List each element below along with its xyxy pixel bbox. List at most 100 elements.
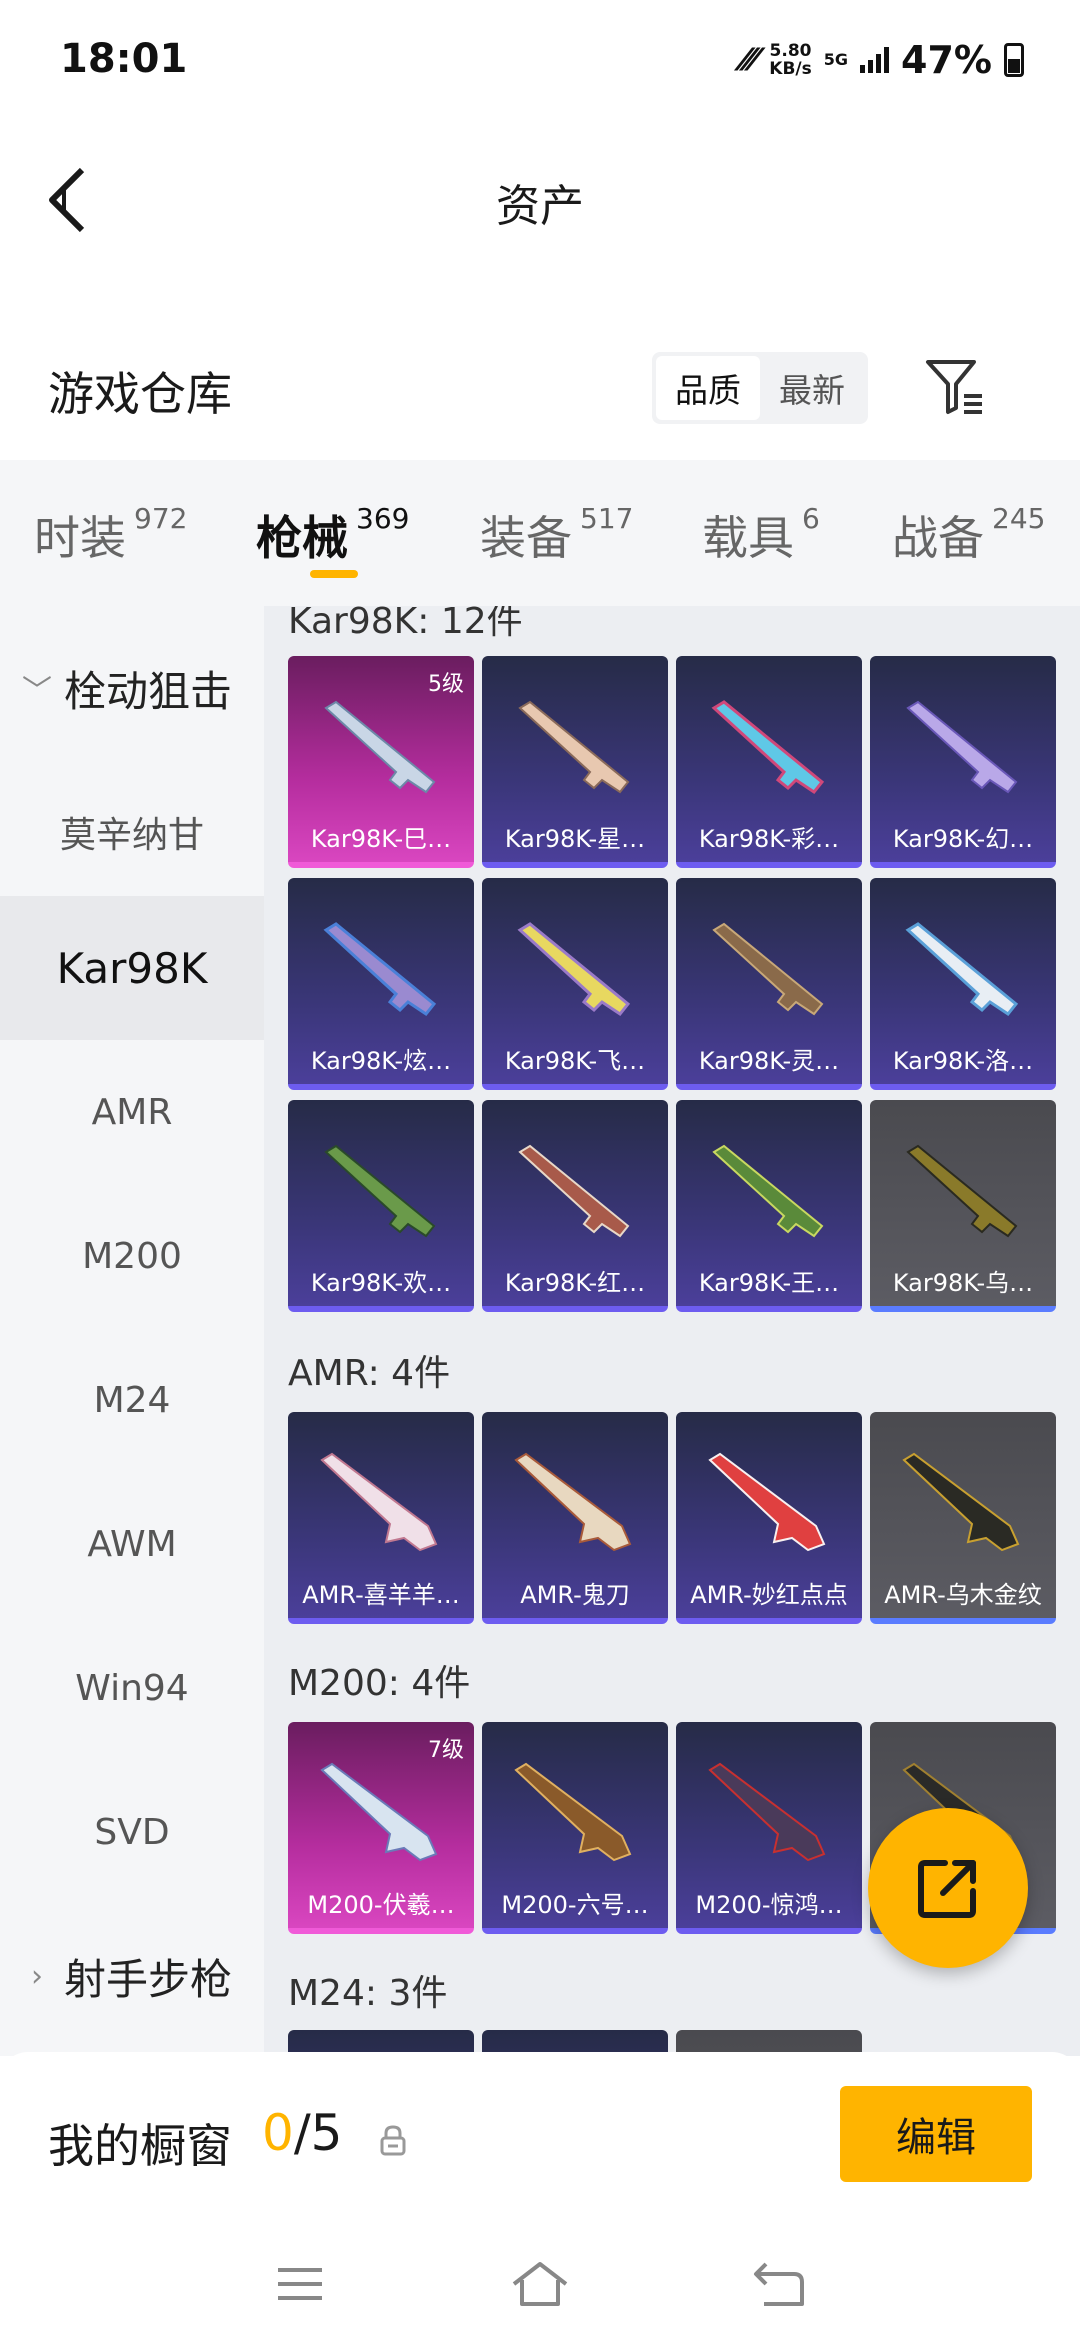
- status-icons: ⁄⁄⁄ 5.80 KB/s 5G 47%: [742, 38, 1024, 82]
- tab-count: 369: [356, 502, 410, 535]
- weapon-card[interactable]: Kar98K-红…: [482, 1100, 668, 1312]
- weapon-card[interactable]: M200-六号…: [482, 1722, 668, 1934]
- signal-icon: [860, 47, 890, 73]
- weapon-name: Kar98K-炫…: [310, 1047, 452, 1075]
- tab-count: 6: [802, 502, 820, 535]
- rifle-icon: [905, 922, 1019, 1017]
- weapon-name: AMR-喜羊羊…: [302, 1581, 460, 1609]
- weapon-name: Kar98K-星…: [504, 825, 646, 853]
- weapon-name: Kar98K-洛…: [892, 1047, 1034, 1075]
- rifle-icon: [906, 1144, 1018, 1238]
- sniper-icon: [708, 1452, 826, 1552]
- weapon-card[interactable]: AMR-喜羊羊…: [288, 1412, 474, 1624]
- sidebar-item-mosin[interactable]: 莫辛纳甘: [0, 760, 264, 904]
- showcase-used: 0: [262, 2104, 294, 2162]
- tab-fashion[interactable]: 时装 972: [34, 502, 187, 568]
- tab-label: 时装: [34, 511, 126, 565]
- weapon-card[interactable]: Kar98K-星…: [482, 656, 668, 868]
- rifle-icon: [517, 922, 631, 1017]
- weapon-name: AMR-乌木金纹: [884, 1581, 1042, 1609]
- weapon-card[interactable]: Kar98K-幻…: [870, 656, 1056, 868]
- network-speed: 5.80 KB/s: [769, 42, 811, 78]
- tab-vehicles[interactable]: 载具 6: [702, 502, 820, 568]
- speed-unit: KB/s: [769, 59, 812, 79]
- battery-icon: [1004, 43, 1024, 77]
- weapon-card[interactable]: Kar98K-飞…: [482, 878, 668, 1090]
- sidebar-item-win94[interactable]: Win94: [0, 1616, 264, 1760]
- rifle-icon: [518, 700, 630, 794]
- weapon-card[interactable]: AMR-鬼刀: [482, 1412, 668, 1624]
- tab-label: 装备: [480, 511, 572, 565]
- sniper-icon: [514, 1762, 632, 1862]
- weapon-card[interactable]: Kar98K-灵…: [676, 878, 862, 1090]
- showcase-bar: 我的橱窗 0/5 编辑: [0, 2052, 1080, 2224]
- warehouse-title: 游戏仓库: [48, 367, 232, 421]
- chevron-down-icon: ﹀: [22, 674, 52, 709]
- sniper-icon: [320, 1762, 438, 1862]
- back-nav-icon[interactable]: [750, 2260, 810, 2310]
- tab-supplies[interactable]: 战备 245: [892, 502, 1045, 568]
- category-tabs: 时装 972 枪械 369 装备 517 载具 6 战备 245: [0, 460, 1080, 606]
- weapon-name: Kar98K-彩…: [698, 825, 840, 853]
- showcase-title: 我的橱窗: [48, 2119, 232, 2173]
- share-icon: [918, 1860, 976, 1918]
- sniper-icon: [708, 1762, 826, 1862]
- sort-newest-button[interactable]: 最新: [760, 356, 864, 420]
- status-time: 18:01: [60, 36, 188, 82]
- sidebar-item-m24[interactable]: M24: [0, 1328, 264, 1472]
- weapon-card[interactable]: AMR-乌木金纹: [870, 1412, 1056, 1624]
- weapon-type-sidebar: ﹀ 栓动狙击 莫辛纳甘 Kar98K AMR M200 M24 AWM Win9…: [0, 606, 264, 2056]
- sidebar-group-marksman[interactable]: › 射手步枪: [0, 1904, 264, 2048]
- sidebar-item-kar98k[interactable]: Kar98K: [0, 896, 264, 1040]
- weapon-card[interactable]: Kar98K-炫…: [288, 878, 474, 1090]
- weapon-name: Kar98K-红…: [504, 1269, 646, 1297]
- weapon-name: Kar98K-乌…: [892, 1269, 1034, 1297]
- sidebar-item-svd[interactable]: SVD: [0, 1760, 264, 1904]
- tab-label: 战备: [892, 511, 984, 565]
- system-nav-bar: [0, 2224, 1080, 2344]
- section-title-amr: AMR: 4件: [288, 1353, 451, 1394]
- weapon-card[interactable]: Kar98K-欢…: [288, 1100, 474, 1312]
- weapon-card[interactable]: M200-惊鸿…: [676, 1722, 862, 1934]
- sidebar-item-awm[interactable]: AWM: [0, 1472, 264, 1616]
- tab-guns[interactable]: 枪械 369: [256, 502, 409, 568]
- rifle-icon: [324, 1144, 436, 1238]
- network-type: 5G: [823, 50, 849, 69]
- section-title-m24: M24: 3件: [288, 1973, 448, 2014]
- status-bar: 18:01 ⁄⁄⁄ 5.80 KB/s 5G 47%: [0, 0, 1080, 120]
- sidebar-group-bolt-action[interactable]: ﹀ 栓动狙击: [0, 616, 264, 760]
- home-icon[interactable]: [510, 2260, 570, 2310]
- tab-equipment[interactable]: 装备 517: [480, 502, 633, 568]
- weapon-card[interactable]: Kar98K-王…: [676, 1100, 862, 1312]
- sort-quality-button[interactable]: 品质: [656, 356, 760, 420]
- rifle-icon: [712, 922, 824, 1016]
- sidebar-item-m200[interactable]: M200: [0, 1184, 264, 1328]
- share-button[interactable]: [868, 1808, 1028, 1968]
- menu-icon[interactable]: [270, 2260, 330, 2310]
- showcase-count: 0/5: [262, 2104, 342, 2162]
- rifle-icon: [324, 700, 436, 794]
- rifle-icon: [518, 1144, 630, 1238]
- active-tab-indicator: [310, 570, 358, 578]
- weapon-card[interactable]: Kar98K-彩…: [676, 656, 862, 868]
- speed-value: 5.80: [769, 41, 812, 61]
- sidebar-group-label: 栓动狙击: [64, 666, 233, 716]
- weapon-name: Kar98K-飞…: [504, 1047, 646, 1075]
- sidebar-item-amr[interactable]: AMR: [0, 1040, 264, 1184]
- weapon-card[interactable]: 7级 M200-伏羲…: [288, 1722, 474, 1934]
- section-title-m200: M200: 4件: [288, 1663, 471, 1704]
- sort-toggle: 品质 最新: [652, 352, 868, 424]
- weapon-card[interactable]: 5级 Kar98K-巳…: [288, 656, 474, 868]
- page-title: 资产: [496, 181, 584, 232]
- weapon-name: M200-六号…: [501, 1891, 649, 1919]
- weapon-card[interactable]: Kar98K-乌…: [870, 1100, 1056, 1312]
- warehouse-header: 游戏仓库 品质 最新: [0, 320, 1080, 460]
- weapon-card[interactable]: AMR-妙红点点: [676, 1412, 862, 1624]
- weapon-card[interactable]: Kar98K-洛…: [870, 878, 1056, 1090]
- rifle-icon: [906, 700, 1018, 794]
- edit-button[interactable]: 编辑: [840, 2086, 1032, 2182]
- tab-label: 枪械: [256, 511, 348, 565]
- filter-icon[interactable]: [924, 356, 984, 416]
- tab-label: 载具: [702, 511, 794, 565]
- tab-count: 245: [992, 502, 1046, 535]
